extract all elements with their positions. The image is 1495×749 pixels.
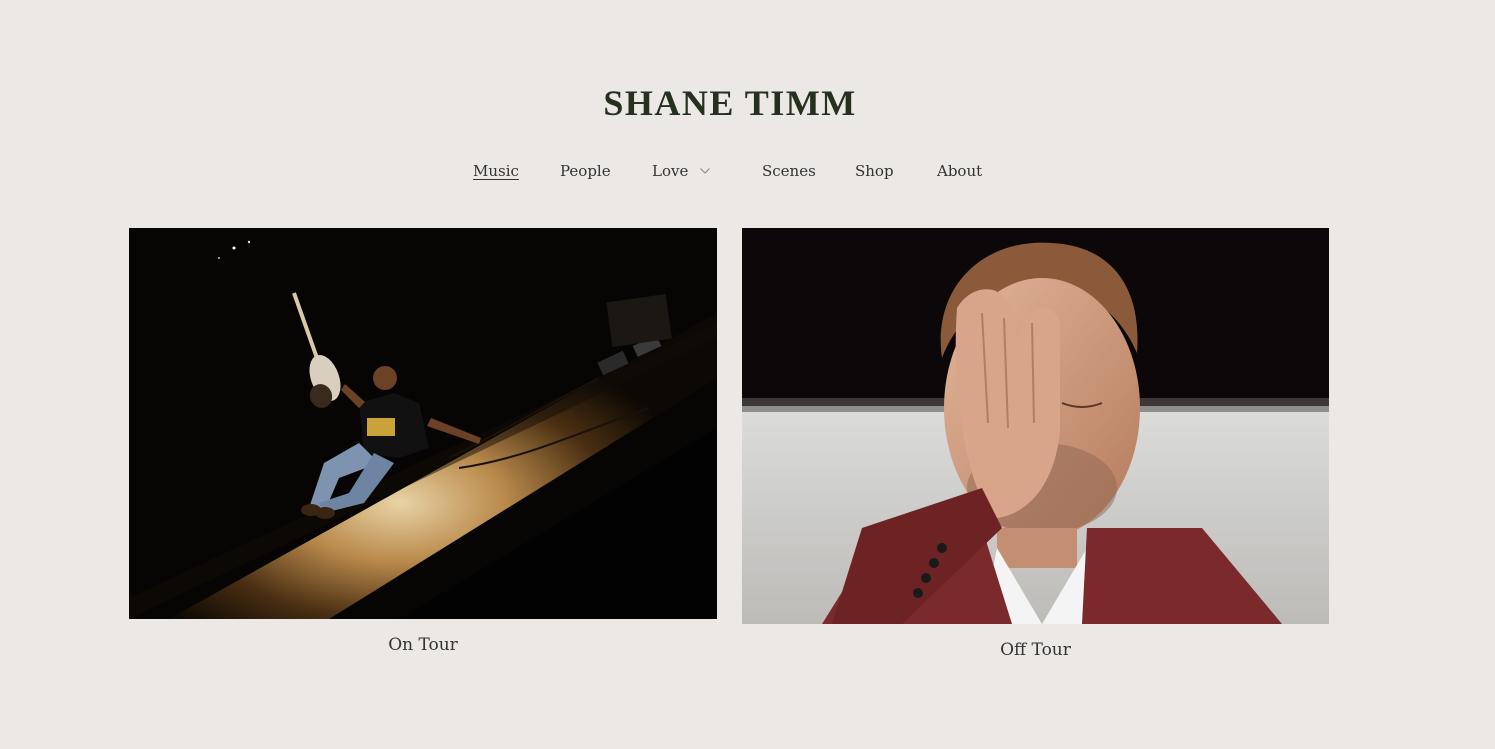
- on-tour-photo[interactable]: [129, 228, 717, 619]
- nav-item-scenes[interactable]: Scenes: [762, 160, 816, 182]
- off-tour-caption[interactable]: Off Tour: [742, 638, 1329, 662]
- main-nav: Music People Love Scenes Shop About: [0, 160, 1495, 182]
- nav-item-people[interactable]: People: [560, 160, 611, 182]
- off-tour-photo[interactable]: [742, 228, 1329, 624]
- on-tour-caption[interactable]: On Tour: [129, 633, 717, 657]
- nav-item-music[interactable]: Music: [473, 160, 519, 182]
- chevron-down-icon[interactable]: [700, 168, 710, 174]
- nav-item-shop[interactable]: Shop: [855, 160, 894, 182]
- nav-item-about[interactable]: About: [937, 160, 982, 182]
- nav-item-love[interactable]: Love: [652, 160, 688, 182]
- site-title[interactable]: SHANE TIMM: [0, 82, 1460, 124]
